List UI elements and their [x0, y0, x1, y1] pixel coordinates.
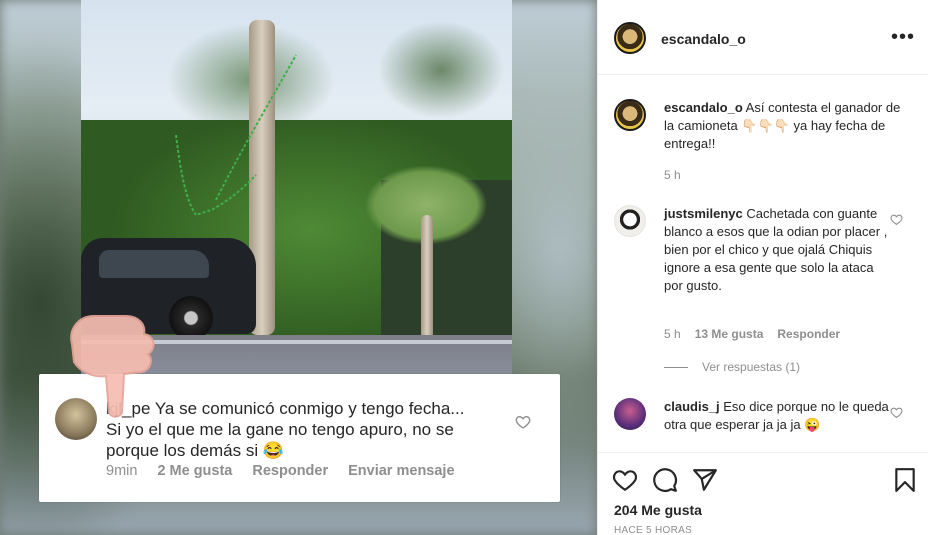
pointing-down-hand-icon — [70, 315, 155, 418]
bookmark-icon[interactable] — [892, 467, 918, 493]
overlay-comment-meta: 9min 2 Me gusta Responder Enviar mensaje — [106, 463, 455, 479]
share-icon[interactable] — [692, 467, 718, 493]
comment-text-block: justsmilenyc Cachetada con guante blanco… — [664, 205, 894, 295]
comment-time: 5 h — [664, 327, 681, 341]
overlay-likes: 2 Me gusta — [157, 463, 233, 479]
overlay-line-3: porque los demás si 😂 — [106, 441, 285, 460]
author-username[interactable]: escandalo_o — [661, 31, 746, 47]
comment-username[interactable]: justsmilenyc — [664, 206, 743, 221]
overlay-line-1: kjl_pe Ya se comunicó conmigo y tengo fe… — [106, 399, 465, 418]
comment-username[interactable]: claudis_j — [664, 399, 720, 414]
comment-reply-button[interactable]: Responder — [777, 327, 840, 341]
comment-meta: 5 h 13 Me gusta Responder — [664, 327, 840, 341]
post-media[interactable]: kjl_pe Ya se comunicó conmigo y tengo fe… — [0, 0, 597, 535]
like-comment-heart-icon[interactable] — [890, 406, 903, 419]
view-replies-label[interactable]: Ver respuestas (1) — [702, 360, 800, 374]
caption-text-block: escandalo_o Así contesta el ganador de l… — [664, 99, 909, 153]
author-avatar[interactable] — [614, 22, 646, 54]
view-replies[interactable]: Ver respuestas (1) — [664, 360, 800, 374]
caption-time: 5 h — [664, 168, 681, 182]
comment-avatar[interactable] — [614, 398, 646, 430]
heart-icon — [515, 415, 531, 429]
replies-divider — [664, 366, 688, 368]
overlay-send-message: Enviar mensaje — [348, 463, 455, 479]
post-sidebar: escandalo_o ••• escandalo_o Así contesta… — [597, 0, 928, 535]
overlay-reply: Responder — [252, 463, 329, 479]
post-header: escandalo_o ••• — [598, 0, 928, 75]
comment-text-block: claudis_j Eso dice porque no le queda ot… — [664, 398, 894, 434]
overlay-comment-text: kjl_pe Ya se comunicó conmigo y tengo fe… — [106, 398, 506, 461]
likes-count[interactable]: 204 Me gusta — [614, 502, 702, 518]
more-options-icon[interactable]: ••• — [891, 27, 915, 47]
comment-icon[interactable] — [652, 467, 678, 493]
overlay-time: 9min — [106, 463, 138, 479]
caption-avatar[interactable] — [614, 99, 646, 131]
heart-icon[interactable] — [612, 467, 638, 493]
like-comment-heart-icon[interactable] — [890, 213, 903, 226]
comment-avatar[interactable] — [614, 205, 646, 237]
caption-username[interactable]: escandalo_o — [664, 100, 743, 115]
overlay-line-2: Si yo el que me la gane no tengo apuro, … — [106, 420, 454, 439]
comment-likes[interactable]: 13 Me gusta — [695, 327, 764, 341]
posted-time: HACE 5 HORAS — [614, 525, 693, 535]
post-actions: 204 Me gusta HACE 5 HORAS — [598, 452, 928, 535]
